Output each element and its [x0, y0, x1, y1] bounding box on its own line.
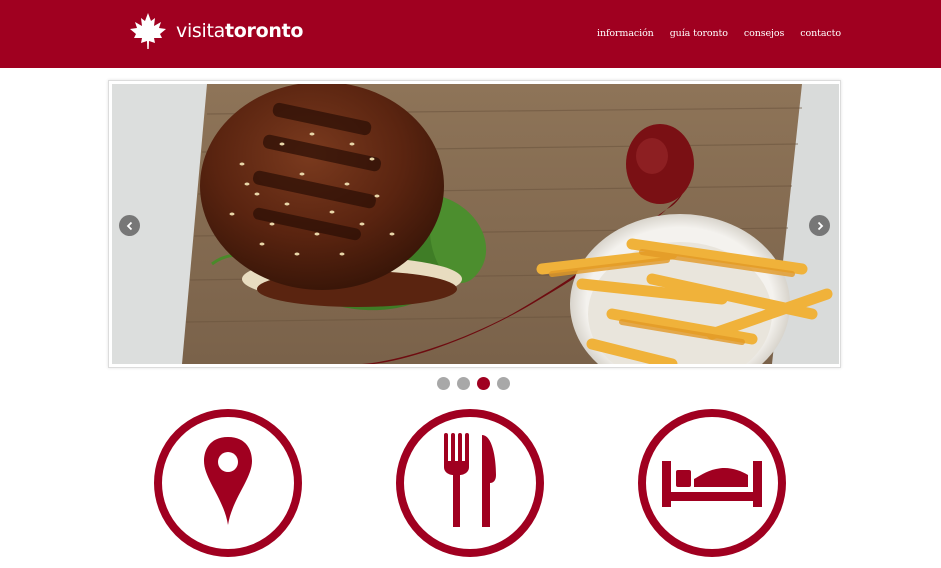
nav-item-contacto[interactable]: contacto: [800, 28, 841, 39]
main-nav: información guía toronto consejos contac…: [597, 28, 841, 39]
slide-image-burger-fries: [112, 84, 839, 364]
slider-next-button[interactable]: [809, 215, 830, 236]
logo-text-light: visita: [176, 19, 225, 42]
nav-item-guia-toronto[interactable]: guía toronto: [670, 28, 728, 39]
site-logo-text: visitatoronto: [176, 19, 304, 42]
maple-leaf-icon: [130, 13, 166, 49]
chevron-right-icon: [817, 221, 823, 230]
bed-icon: [638, 409, 786, 557]
map-pin-icon: [154, 409, 302, 557]
slider-dot-1[interactable]: [437, 377, 450, 390]
site-header: visitatoronto información guía toronto c…: [0, 0, 941, 68]
nav-item-informacion[interactable]: información: [597, 28, 654, 39]
slider-dot-3[interactable]: [477, 377, 490, 390]
fork-knife-icon: [396, 409, 544, 557]
chevron-left-icon: [126, 221, 132, 230]
feature-lodging[interactable]: [636, 407, 788, 559]
slider-dot-2[interactable]: [457, 377, 470, 390]
slider-pagination: [437, 377, 510, 390]
logo-text-bold: toronto: [225, 19, 304, 42]
site-logo[interactable]: visitatoronto: [128, 11, 303, 51]
feature-food[interactable]: [394, 407, 546, 559]
feature-location[interactable]: [152, 407, 304, 559]
nav-item-consejos[interactable]: consejos: [744, 28, 785, 39]
image-slider: [108, 80, 841, 368]
slider-dot-4[interactable]: [497, 377, 510, 390]
slider-prev-button[interactable]: [119, 215, 140, 236]
